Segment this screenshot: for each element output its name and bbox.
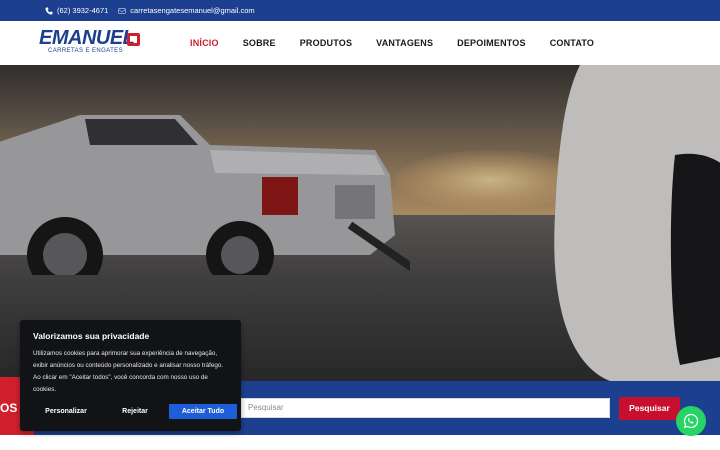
nav-item-vantagens[interactable]: VANTAGENS — [376, 38, 433, 48]
email-contact[interactable]: carretasengatesemanuel@gmail.com — [118, 6, 255, 15]
logo-hitch-mark — [127, 33, 140, 46]
phone-number: (62) 3932-4671 — [57, 6, 109, 15]
whatsapp-float-button[interactable] — [676, 406, 706, 436]
nav-item-sobre[interactable]: SOBRE — [243, 38, 276, 48]
cookie-description: Utilizamos cookies para aprimorar sua ex… — [33, 350, 224, 393]
page-content-start — [0, 435, 720, 450]
cookie-actions: Personalizar Rejeitar Aceitar Tudo — [33, 404, 237, 419]
cookie-title: Valorizamos sua privacidade — [33, 331, 150, 341]
cookie-consent-dialog: Valorizamos sua privacidade Utilizamos c… — [20, 320, 241, 431]
nav-item-contato[interactable]: CONTATO — [550, 38, 594, 48]
logo-wordmark: EMANUEL — [39, 27, 135, 49]
phone-icon — [45, 7, 53, 14]
cookie-reject-button[interactable]: Rejeitar — [105, 404, 165, 419]
cookie-accept-all-button[interactable]: Aceitar Tudo — [169, 404, 237, 419]
site-header: EMANUEL CARRETAS E ENGATES INÍCIO SOBRE … — [0, 21, 720, 65]
site-logo[interactable]: EMANUEL CARRETAS E ENGATES — [39, 28, 141, 58]
whatsapp-icon — [683, 413, 699, 429]
search-button[interactable]: Pesquisar — [619, 397, 680, 420]
search-input[interactable]: Pesquisar — [240, 398, 610, 418]
nav-item-depoimentos[interactable]: DEPOIMENTOS — [457, 38, 526, 48]
nav-item-produtos[interactable]: PRODUTOS — [300, 38, 352, 48]
logo-tagline: CARRETAS E ENGATES — [48, 48, 123, 54]
mail-icon — [118, 8, 126, 13]
phone-contact[interactable]: (62) 3932-4671 — [45, 6, 108, 15]
email-address: carretasengatesemanuel@gmail.com — [130, 6, 255, 15]
cookie-personalize-button[interactable]: Personalizar — [33, 404, 99, 419]
top-contact-bar: (62) 3932-4671 carretasengatesemanuel@gm… — [0, 0, 720, 21]
main-nav: INÍCIO SOBRE PRODUTOS VANTAGENS DEPOIMEN… — [190, 21, 618, 65]
search-section-label-text: OS — [0, 401, 18, 415]
nav-item-inicio[interactable]: INÍCIO — [190, 38, 219, 48]
